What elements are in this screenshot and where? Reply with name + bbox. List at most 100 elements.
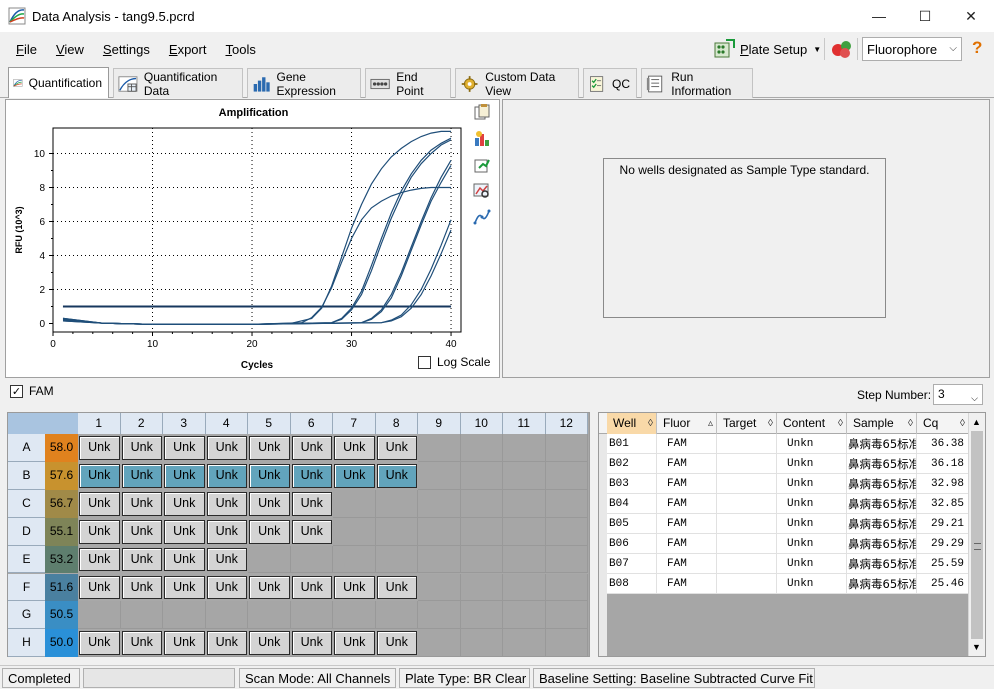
plate-well[interactable]: Unk — [121, 547, 162, 572]
plate-well-empty[interactable] — [503, 461, 546, 490]
plate-column-header[interactable]: 1 — [78, 413, 121, 434]
plate-well[interactable]: Unk — [206, 436, 247, 460]
table-row[interactable]: B01 FAM Unkn 鼻病毒65标准 36.38 — [599, 434, 969, 454]
table-scrollbar[interactable]: ▲ ▼ — [968, 413, 985, 656]
plate-well[interactable]: Unk — [206, 519, 247, 544]
plate-well-empty[interactable] — [503, 573, 546, 602]
plate-well[interactable]: Unk — [334, 631, 375, 656]
plate-well[interactable]: Unk — [334, 436, 375, 460]
plate-row-header[interactable]: C — [8, 489, 45, 518]
plate-well-empty[interactable] — [418, 601, 461, 630]
plate-well-empty[interactable] — [503, 517, 546, 546]
tab-quantification-data[interactable]: Quantification Data — [113, 68, 243, 98]
plate-column-header[interactable]: 4 — [205, 413, 248, 434]
plate-well[interactable]: Unk — [249, 463, 290, 488]
column-header-cq[interactable]: Cq ◊ — [917, 413, 969, 434]
plate-row-header[interactable]: A — [8, 434, 45, 462]
plate-well[interactable]: Unk — [206, 547, 247, 572]
plate-row-header[interactable]: H — [8, 629, 45, 658]
molecule-icon[interactable] — [830, 38, 854, 60]
tab-gene-expression[interactable]: Gene Expression — [247, 68, 361, 98]
help-icon[interactable]: ? — [972, 38, 982, 58]
plate-well-empty[interactable] — [375, 517, 418, 546]
column-header-well[interactable]: Well ◊ — [607, 413, 657, 434]
plate-well-empty[interactable] — [163, 601, 206, 630]
plate-well-empty[interactable] — [418, 461, 461, 490]
step-number-select[interactable]: 3 ⌵ — [933, 384, 983, 405]
plate-column-header[interactable]: 10 — [460, 413, 503, 434]
plate-well-empty[interactable] — [460, 545, 503, 574]
plate-well[interactable]: Unk — [79, 491, 120, 516]
plate-well-empty[interactable] — [545, 601, 588, 630]
plate-column-header[interactable]: 6 — [290, 413, 333, 434]
export-chart-icon[interactable] — [473, 156, 491, 174]
plate-well[interactable]: Unk — [249, 631, 290, 656]
plate-well[interactable]: Unk — [249, 519, 290, 544]
maximize-button[interactable]: ☐ — [902, 0, 948, 32]
plate-well-empty[interactable] — [545, 489, 588, 518]
plate-column-header[interactable]: 7 — [333, 413, 376, 434]
scroll-up-icon[interactable]: ▲ — [972, 417, 981, 427]
plate-well[interactable]: Unk — [376, 436, 417, 460]
plate-well-empty[interactable] — [545, 517, 588, 546]
plate-well[interactable]: Unk — [291, 463, 332, 488]
plate-well[interactable]: Unk — [164, 575, 205, 600]
zoom-chart-icon[interactable] — [473, 182, 491, 200]
plate-well-empty[interactable] — [375, 601, 418, 630]
plate-well[interactable]: Unk — [249, 491, 290, 516]
fam-checkbox[interactable]: ✓ — [10, 384, 23, 398]
plate-well-empty[interactable] — [120, 601, 163, 630]
plate-well-empty[interactable] — [333, 517, 376, 546]
sort-icon[interactable]: ◊ — [908, 413, 913, 434]
plate-well-empty[interactable] — [375, 545, 418, 574]
plate-well-empty[interactable] — [545, 573, 588, 602]
fam-toggle[interactable]: ✓ FAM — [10, 384, 54, 398]
plate-well[interactable]: Unk — [79, 631, 120, 656]
plate-well[interactable]: Unk — [79, 436, 120, 460]
column-header-sample[interactable]: Sample ◊ — [847, 413, 917, 434]
plate-well-empty[interactable] — [460, 517, 503, 546]
plate-well-empty[interactable] — [248, 545, 291, 574]
column-header-content[interactable]: Content ◊ — [777, 413, 847, 434]
plate-well[interactable]: Unk — [164, 463, 205, 488]
plate-row-header[interactable]: D — [8, 517, 45, 546]
plate-well-empty[interactable] — [545, 545, 588, 574]
plate-well-empty[interactable] — [460, 573, 503, 602]
plate-well[interactable]: Unk — [206, 463, 247, 488]
plate-well[interactable]: Unk — [376, 575, 417, 600]
plate-well[interactable]: Unk — [164, 631, 205, 656]
plate-well-empty[interactable] — [460, 601, 503, 630]
plate-well-empty[interactable] — [290, 545, 333, 574]
plate-select-all[interactable] — [8, 413, 78, 434]
menu-export[interactable]: Export — [169, 42, 207, 57]
plate-well-empty[interactable] — [375, 489, 418, 518]
table-row[interactable]: B05 FAM Unkn 鼻病毒65标准 29.21 — [599, 514, 969, 534]
plate-column-header[interactable]: 9 — [418, 413, 461, 434]
plate-well[interactable]: Unk — [206, 491, 247, 516]
minimize-button[interactable]: — — [856, 0, 902, 32]
tab-qc[interactable]: QC — [583, 68, 637, 98]
plate-well[interactable]: Unk — [164, 491, 205, 516]
sort-icon[interactable]: ◊ — [648, 413, 653, 434]
table-row[interactable]: B03 FAM Unkn 鼻病毒65标准 32.98 — [599, 474, 969, 494]
plate-well[interactable]: Unk — [249, 436, 290, 460]
sort-icon[interactable]: ◊ — [838, 413, 843, 434]
plate-column-header[interactable]: 12 — [545, 413, 588, 434]
plate-well[interactable]: Unk — [206, 631, 247, 656]
plate-well[interactable]: Unk — [206, 575, 247, 600]
plate-well-empty[interactable] — [418, 517, 461, 546]
plate-well[interactable]: Unk — [121, 491, 162, 516]
plate-well-empty[interactable] — [460, 434, 503, 462]
plate-well[interactable]: Unk — [79, 463, 120, 488]
plate-well-empty[interactable] — [333, 545, 376, 574]
plate-well[interactable]: Unk — [249, 575, 290, 600]
plate-row-header[interactable]: F — [8, 573, 45, 602]
column-header-fluor[interactable]: Fluor ▵ — [657, 413, 717, 434]
plate-well[interactable]: Unk — [121, 519, 162, 544]
plate-well[interactable]: Unk — [121, 575, 162, 600]
plate-well-empty[interactable] — [545, 629, 588, 658]
tab-quantification[interactable]: Quantification — [8, 67, 109, 98]
plate-well-empty[interactable] — [248, 601, 291, 630]
plate-column-header[interactable]: 5 — [248, 413, 291, 434]
log-scale-checkbox[interactable] — [418, 355, 431, 369]
